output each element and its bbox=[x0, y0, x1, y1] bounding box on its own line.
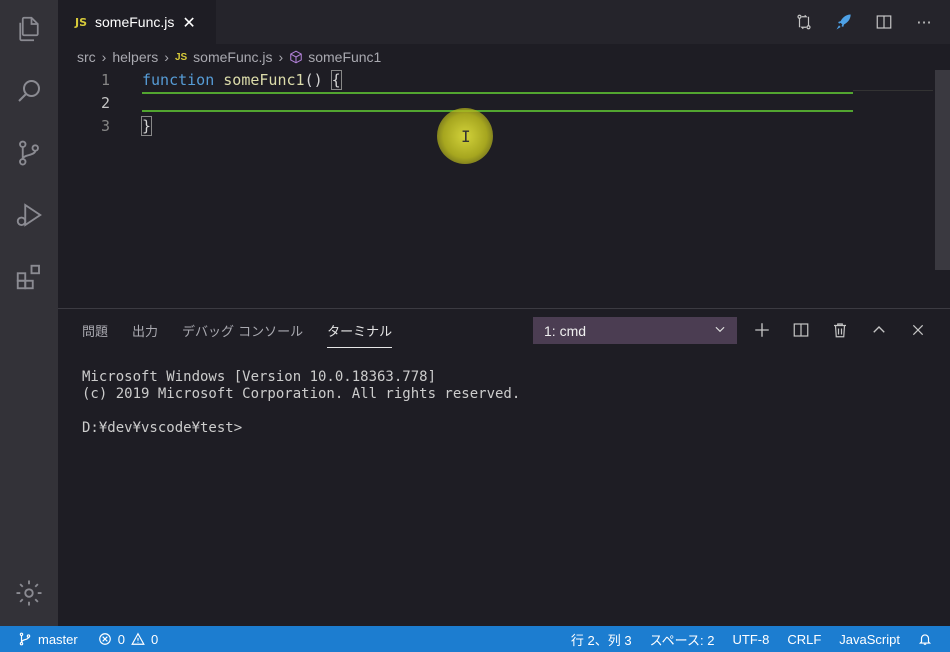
js-file-icon: JS bbox=[174, 51, 188, 63]
punctuation: () bbox=[304, 71, 332, 89]
breadcrumb: src › helpers › JS someFunc.js › someFun… bbox=[77, 44, 381, 70]
tab-close-icon[interactable]: ✕ bbox=[182, 13, 195, 32]
extensions-icon[interactable] bbox=[0, 254, 58, 300]
symbol-cube-icon bbox=[289, 50, 303, 64]
branch-name[interactable]: master bbox=[38, 632, 78, 647]
line-number: 1 bbox=[100, 71, 110, 89]
tab-label: someFunc.js bbox=[95, 14, 175, 30]
encoding[interactable]: UTF-8 bbox=[733, 632, 770, 647]
terminal-select-value: 1: cmd bbox=[544, 322, 587, 339]
open-brace: { bbox=[330, 70, 342, 90]
close-panel-icon[interactable] bbox=[908, 319, 928, 341]
line-number: 3 bbox=[100, 117, 110, 135]
chevron-down-icon bbox=[713, 322, 727, 339]
warning-count[interactable]: 0 bbox=[151, 632, 158, 647]
js-file-icon: JS bbox=[75, 15, 88, 29]
status-right: 行 2、列 3 スペース: 2 UTF-8 CRLF JavaScript bbox=[571, 626, 932, 652]
indentation[interactable]: スペース: 2 bbox=[650, 630, 715, 649]
breadcrumb-file[interactable]: someFunc.js bbox=[193, 49, 272, 65]
terminal-select[interactable]: 1: cmd bbox=[533, 317, 737, 344]
breadcrumb-helpers[interactable]: helpers bbox=[112, 49, 158, 65]
bottom-panel: 問題 出力 デバッグ コンソール ターミナル 1: cmd Microsoft … bbox=[58, 308, 950, 626]
terminal-line: (c) 2019 Microsoft Corporation. All righ… bbox=[82, 386, 521, 402]
keyword: function bbox=[142, 71, 215, 89]
panel-actions bbox=[752, 319, 928, 341]
bell-icon[interactable] bbox=[918, 632, 932, 646]
activity-bar bbox=[0, 0, 58, 626]
tab-debug-console[interactable]: デバッグ コンソール bbox=[182, 321, 303, 348]
terminal-line: Microsoft Windows [Version 10.0.18363.77… bbox=[82, 369, 437, 385]
tab-problems[interactable]: 問題 bbox=[82, 321, 108, 348]
minimap[interactable] bbox=[853, 70, 933, 91]
ibeam-cursor-icon: I bbox=[461, 127, 471, 146]
source-control-icon[interactable] bbox=[0, 130, 58, 176]
new-terminal-plus-icon[interactable] bbox=[752, 319, 772, 341]
error-count[interactable]: 0 bbox=[118, 632, 125, 647]
tab-terminal[interactable]: ターミナル bbox=[327, 321, 393, 348]
warning-icon[interactable] bbox=[131, 632, 145, 646]
chevron-right-icon: › bbox=[278, 49, 284, 65]
rocket-icon[interactable] bbox=[834, 12, 854, 32]
breadcrumb-symbol[interactable]: someFunc1 bbox=[308, 49, 381, 65]
search-icon[interactable] bbox=[0, 68, 58, 114]
settings-gear-icon[interactable] bbox=[0, 570, 58, 616]
split-terminal-icon[interactable] bbox=[791, 319, 811, 341]
line-number: 2 bbox=[100, 94, 110, 112]
close-brace: } bbox=[140, 116, 153, 136]
trash-icon[interactable] bbox=[830, 319, 850, 341]
more-actions-icon[interactable]: ··· bbox=[914, 12, 934, 32]
cursor-position[interactable]: 行 2、列 3 bbox=[571, 630, 632, 649]
status-left: master 0 0 bbox=[18, 626, 158, 652]
breadcrumb-src[interactable]: src bbox=[77, 49, 96, 65]
line-ending[interactable]: CRLF bbox=[787, 632, 821, 647]
tab-output[interactable]: 出力 bbox=[132, 321, 158, 348]
chevron-right-icon: › bbox=[101, 49, 107, 65]
terminal-output[interactable]: Microsoft Windows [Version 10.0.18363.77… bbox=[82, 369, 520, 437]
chevron-up-icon[interactable] bbox=[869, 319, 889, 341]
git-branch-icon[interactable] bbox=[18, 632, 32, 646]
language-mode[interactable]: JavaScript bbox=[839, 632, 900, 647]
split-editor-icon[interactable] bbox=[874, 12, 894, 32]
terminal-prompt: D:¥dev¥vscode¥test> bbox=[82, 420, 243, 436]
panel-tabs: 問題 出力 デバッグ コンソール ターミナル bbox=[82, 321, 393, 348]
editor-actions: ··· bbox=[794, 0, 934, 44]
code-editor[interactable]: 1 function someFunc1() { 2 3 } bbox=[58, 70, 950, 308]
code-line: 1 function someFunc1() { bbox=[58, 69, 853, 92]
editor-scrollbar[interactable] bbox=[935, 70, 950, 270]
editor-tab-bar: JS someFunc.js ✕ ··· bbox=[58, 0, 950, 44]
compare-changes-icon[interactable] bbox=[794, 12, 814, 32]
function-name: someFunc1 bbox=[223, 71, 305, 89]
chevron-right-icon: › bbox=[164, 49, 169, 65]
status-bar: master 0 0 行 2、列 3 スペース: 2 UTF-8 CRLF Ja… bbox=[0, 626, 950, 652]
explorer-icon[interactable] bbox=[0, 6, 58, 52]
error-icon[interactable] bbox=[98, 632, 112, 646]
run-debug-icon[interactable] bbox=[0, 192, 58, 238]
tab-somefunc-js[interactable]: JS someFunc.js ✕ bbox=[58, 0, 216, 44]
